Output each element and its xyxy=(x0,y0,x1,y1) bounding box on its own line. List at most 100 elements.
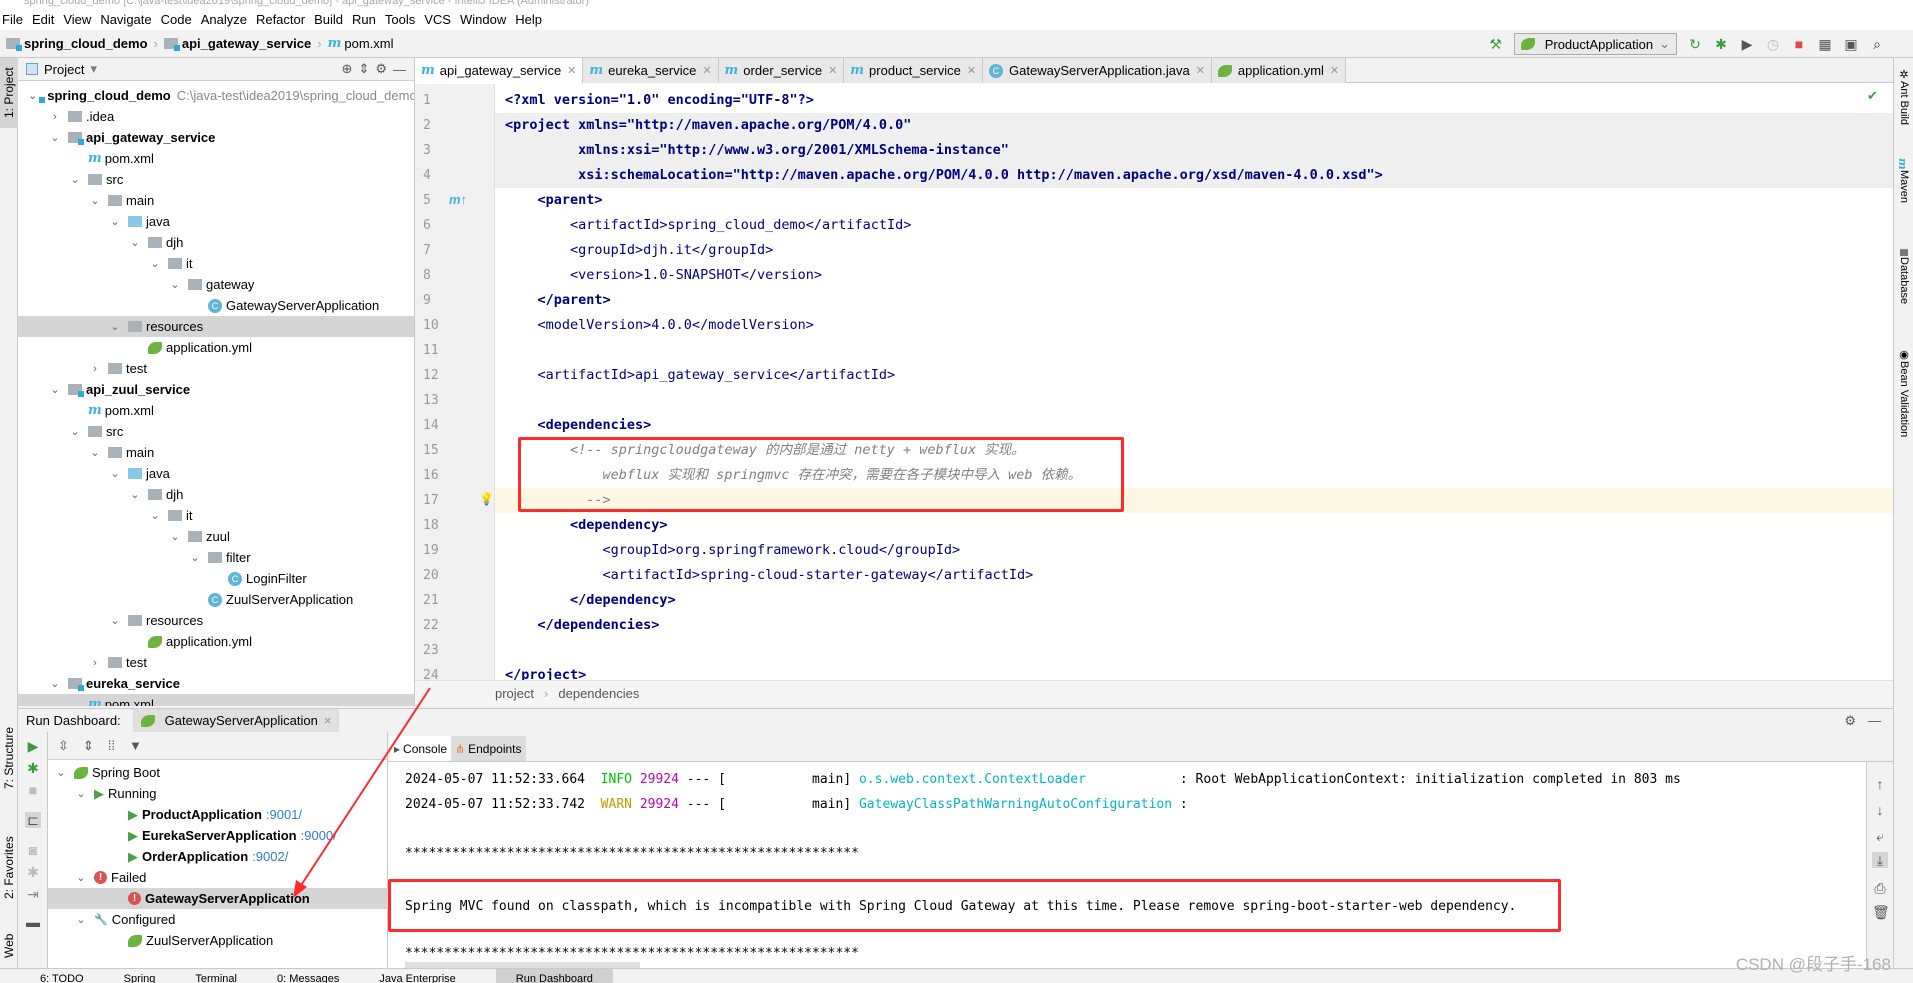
editor-tab[interactable]: C GatewayServerApplication.java ✕ xyxy=(983,58,1212,83)
code-line[interactable]: <?xml version="1.0" encoding="UTF-8"?> xyxy=(495,88,1893,113)
editor-crumb-project[interactable]: project xyxy=(495,686,534,701)
chevron-down-icon[interactable]: ⌄ xyxy=(168,530,182,543)
editor-tab[interactable]: m order_service ✕ xyxy=(718,58,845,83)
run-dashboard-tab[interactable]: GatewayServerApplication × xyxy=(132,708,340,733)
close-icon[interactable]: ✕ xyxy=(702,64,711,77)
chevron-down-icon[interactable]: ⌄ xyxy=(188,551,202,564)
code-line[interactable] xyxy=(495,638,1893,663)
tree-item[interactable]: ⌄ resources xyxy=(18,610,414,631)
soft-wrap-icon[interactable]: ⤶ xyxy=(1872,828,1888,844)
arrow-up-icon[interactable]: ↑ xyxy=(1872,776,1888,792)
tree-item[interactable]: ⌄ java xyxy=(18,211,414,232)
tree-item[interactable]: m pom.xml xyxy=(18,148,414,169)
chevron-down-icon[interactable]: ⌄ xyxy=(54,766,68,779)
tree-item[interactable]: C LoginFilter xyxy=(18,568,414,589)
tree-item[interactable]: C ZuulServerApplication xyxy=(18,589,414,610)
chevron-down-icon[interactable]: ⌄ xyxy=(88,194,102,207)
tool-tab-database[interactable]: ≣ Database xyxy=(1895,248,1913,338)
chevron-down-icon[interactable]: ⌄ xyxy=(108,215,122,228)
close-icon[interactable]: ✕ xyxy=(1330,64,1339,77)
tool-tab-bean-validation[interactable]: ◉ Bean Validation xyxy=(1895,348,1913,478)
editor-tab[interactable]: application.yml ✕ xyxy=(1211,58,1347,83)
port-link[interactable]: :9002/ xyxy=(252,849,288,864)
code-line[interactable]: <modelVersion>4.0.0</modelVersion> xyxy=(495,313,1893,338)
tree-item[interactable]: ⌄ java xyxy=(18,463,414,484)
camera-icon[interactable]: ◙ xyxy=(25,842,41,858)
chevron-down-icon[interactable]: ⌄ xyxy=(28,89,37,102)
tool-tab-messages[interactable]: 0: Messages xyxy=(277,969,339,983)
run-configuration-select[interactable]: ProductApplication ⌄ xyxy=(1513,33,1677,55)
dashboard-item[interactable]: ▶ OrderApplication:9002/ xyxy=(48,846,388,867)
editor-tab[interactable]: m product_service ✕ xyxy=(844,58,984,83)
dashboard-item[interactable]: ▶ ProductApplication:9001/ xyxy=(48,804,388,825)
chevron-down-icon[interactable]: ⌄ xyxy=(68,173,82,186)
project-structure-icon[interactable]: ▦ xyxy=(1817,36,1833,52)
rerun-icon[interactable]: ↻ xyxy=(1687,36,1703,52)
tree-item[interactable]: application.yml xyxy=(18,337,414,358)
group-by-icon[interactable]: ⊏ xyxy=(25,812,41,828)
tree-item[interactable]: C GatewayServerApplication xyxy=(18,295,414,316)
tree-item[interactable]: ⌄ main xyxy=(18,442,414,463)
tool-tab-spring[interactable]: Spring xyxy=(124,969,156,983)
code-line[interactable]: <!-- springcloudgateway 的内部是通过 netty + w… xyxy=(495,438,1893,463)
tool-tab-terminal[interactable]: Terminal xyxy=(195,969,237,983)
chevron-down-icon[interactable]: ⌄ xyxy=(68,425,82,438)
menu-file[interactable]: File xyxy=(2,12,23,27)
code-line[interactable]: <dependencies> xyxy=(495,413,1893,438)
menu-edit[interactable]: Edit xyxy=(32,12,54,27)
close-icon[interactable]: ✕ xyxy=(828,64,837,77)
gear-icon[interactable]: ⚙ xyxy=(1844,713,1856,729)
chevron-down-icon[interactable]: ⌄ xyxy=(108,320,122,333)
tool-tab-structure[interactable]: 7: Structure xyxy=(0,718,18,798)
code-line[interactable]: xmlns:xsi="http://www.w3.org/2001/XMLSch… xyxy=(495,138,1893,163)
tree-item[interactable]: › test xyxy=(18,652,414,673)
run-anything-icon[interactable]: ▣ xyxy=(1843,36,1859,52)
tool-tab-web[interactable]: Web xyxy=(0,926,18,966)
chevron-right-icon[interactable]: › xyxy=(88,657,102,669)
tree-item[interactable]: m pom.xml xyxy=(18,400,414,421)
chevron-down-icon[interactable]: ⌄ xyxy=(74,913,88,926)
dashboard-item[interactable]: ⌄! Failed xyxy=(48,867,388,888)
tool-tab-maven[interactable]: m Maven xyxy=(1895,158,1913,238)
editor-crumb-dependencies[interactable]: dependencies xyxy=(558,686,639,701)
chevron-down-icon[interactable]: ⌄ xyxy=(74,787,88,800)
collapse-all-icon[interactable]: ⇕ xyxy=(83,738,94,754)
code-line[interactable]: xsi:schemaLocation="http://maven.apache.… xyxy=(495,163,1893,188)
tab-endpoints[interactable]: ⋔ Endpoints xyxy=(451,736,526,761)
chevron-down-icon[interactable]: ⌄ xyxy=(48,677,62,690)
dashboard-item[interactable]: ⌄ ▶ Running xyxy=(48,783,388,804)
tree-item[interactable]: ⌄ gateway xyxy=(18,274,414,295)
console-output[interactable]: 2024-05-07 11:52:33.664 INFO 29924 --- [… xyxy=(388,762,1866,968)
tree-item[interactable]: ⌄ spring_cloud_demo C:\java-test\idea2019\… xyxy=(18,85,414,106)
close-icon[interactable]: ✕ xyxy=(1196,64,1205,77)
import-icon[interactable]: ⇥ xyxy=(25,886,41,902)
menu-vcs[interactable]: VCS xyxy=(424,12,451,27)
menu-refactor[interactable]: Refactor xyxy=(256,12,305,27)
menu-run[interactable]: Run xyxy=(352,12,376,27)
print-icon[interactable]: ⎙ xyxy=(1872,880,1888,896)
tree-item[interactable]: ⌄ src xyxy=(18,421,414,442)
collapse-all-icon[interactable]: ⇕ xyxy=(358,61,369,77)
tree-item[interactable]: ⌄ api_gateway_service xyxy=(18,127,414,148)
inspection-ok-icon[interactable]: ✔ xyxy=(1867,88,1878,104)
tree-item[interactable]: ⌄ it xyxy=(18,505,414,526)
code-line[interactable]: </parent> xyxy=(495,288,1893,313)
stop-icon[interactable]: ■ xyxy=(25,782,41,798)
breadcrumb-module[interactable]: api_gateway_service › xyxy=(163,36,322,51)
tree-item[interactable]: ⌄ it xyxy=(18,253,414,274)
profile-icon[interactable]: ◷ xyxy=(1765,36,1781,52)
chevron-down-icon[interactable]: ⌄ xyxy=(128,488,142,501)
chevron-down-icon[interactable]: ⌄ xyxy=(128,236,142,249)
tree-item[interactable]: ⌄ zuul xyxy=(18,526,414,547)
debug-icon[interactable]: ✱ xyxy=(25,760,41,776)
editor-tab[interactable]: m api_gateway_service ✕ xyxy=(415,58,584,83)
stop-icon[interactable]: ■ xyxy=(1791,36,1807,52)
run-icon[interactable]: ▶ xyxy=(25,738,41,754)
dashboard-item[interactable]: ⌄ Spring Boot xyxy=(48,762,388,783)
chevron-down-icon[interactable]: ⌄ xyxy=(74,871,88,884)
tool-tab-project[interactable]: 1: Project xyxy=(0,58,18,128)
code-line[interactable]: <version>1.0-SNAPSHOT</version> xyxy=(495,263,1893,288)
code-line[interactable]: <groupId>djh.it</groupId> xyxy=(495,238,1893,263)
chevron-right-icon[interactable]: › xyxy=(48,111,62,123)
tool-tab-favorites[interactable]: 2: Favorites xyxy=(0,823,18,913)
